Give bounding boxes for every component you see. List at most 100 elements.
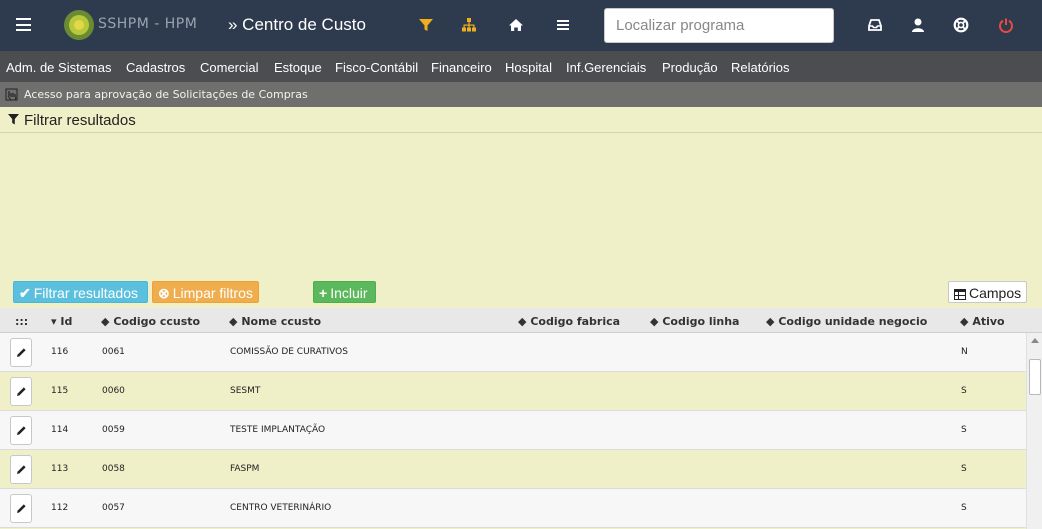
column-header-id[interactable]: ▾ Id bbox=[51, 315, 72, 328]
filter-icon bbox=[8, 114, 19, 125]
menu-item-hospital[interactable]: Hospital bbox=[505, 60, 552, 75]
filter-results-label: Filtrar resultados bbox=[33, 285, 138, 301]
filter-icon[interactable] bbox=[418, 17, 434, 33]
sort-icon: ◆ bbox=[766, 315, 775, 328]
hamburger-menu-icon[interactable] bbox=[16, 18, 31, 31]
edit-button[interactable] bbox=[10, 494, 32, 523]
cell-nome-ccusto: TESTE IMPLANTAÇÃO bbox=[230, 425, 326, 435]
column-header-codigo-linha-label: Codigo linha bbox=[662, 315, 740, 328]
cell-codigo-ccusto: 0057 bbox=[102, 503, 125, 513]
cell-ativo: S bbox=[961, 503, 967, 513]
sort-icon: ◆ bbox=[101, 315, 110, 328]
column-header-codigo-ccusto[interactable]: ◆ Codigo ccusto bbox=[101, 315, 200, 328]
column-header-codigo-fabrica[interactable]: ◆ Codigo fabrica bbox=[518, 315, 620, 328]
cell-id: 113 bbox=[51, 464, 69, 474]
fields-label: Campos bbox=[969, 285, 1022, 301]
menu-item-financeiro[interactable]: Financeiro bbox=[431, 60, 492, 75]
column-header-nome-ccusto[interactable]: ◆ Nome ccusto bbox=[229, 315, 321, 328]
edit-button[interactable] bbox=[10, 455, 32, 484]
sort-desc-icon: ▾ bbox=[51, 315, 57, 328]
sort-icon: ◆ bbox=[229, 315, 238, 328]
times-circle-icon: ⊗ bbox=[158, 285, 170, 301]
cell-nome-ccusto: CENTRO VETERINÁRIO bbox=[230, 503, 332, 513]
cell-ativo: S bbox=[961, 386, 967, 396]
cell-nome-ccusto: SESMT bbox=[230, 386, 261, 396]
main-menu-bar: Adm. de Sistemas Cadastros Comercial Est… bbox=[0, 51, 1042, 82]
column-drag-handle[interactable]: ::: bbox=[15, 315, 28, 328]
cell-ativo: N bbox=[961, 347, 968, 357]
cell-codigo-ccusto: 0058 bbox=[102, 464, 125, 474]
pencil-icon bbox=[17, 387, 26, 396]
notice-link[interactable]: Acesso para aprovação de Solicitações de… bbox=[24, 88, 308, 101]
menu-item-fisco-contabil[interactable]: Fisco-Contábil bbox=[335, 60, 418, 75]
cell-id: 116 bbox=[51, 347, 69, 357]
sort-icon: ◆ bbox=[650, 315, 659, 328]
pencil-icon bbox=[17, 426, 26, 435]
scroll-up-arrow-icon[interactable] bbox=[1031, 338, 1039, 343]
filter-results-button[interactable]: ✔ Filtrar resultados bbox=[13, 281, 148, 303]
edit-button[interactable] bbox=[10, 338, 32, 367]
edit-button[interactable] bbox=[10, 377, 32, 406]
column-header-ativo-label: Ativo bbox=[972, 315, 1005, 328]
pencil-icon bbox=[17, 465, 26, 474]
menu-item-relatorios[interactable]: Relatórios bbox=[731, 60, 790, 75]
cell-id: 115 bbox=[51, 386, 69, 396]
filter-section-header[interactable]: Filtrar resultados bbox=[0, 107, 1042, 133]
check-icon: ✔ bbox=[19, 285, 31, 301]
table-icon bbox=[954, 289, 966, 300]
table-row: 114 0059 TESTE IMPLANTAÇÃO S bbox=[0, 411, 1026, 450]
table-header: ::: ▾ Id ◆ Codigo ccusto ◆ Nome ccusto ◆… bbox=[0, 308, 1042, 333]
fields-button[interactable]: Campos bbox=[948, 281, 1027, 303]
sort-icon: ◆ bbox=[518, 315, 527, 328]
cell-ativo: S bbox=[961, 425, 967, 435]
table-row: 112 0057 CENTRO VETERINÁRIO S bbox=[0, 489, 1026, 528]
power-icon[interactable] bbox=[998, 17, 1014, 33]
table-row: 115 0060 SESMT S bbox=[0, 372, 1026, 411]
plus-icon: + bbox=[319, 285, 328, 301]
column-header-codigo-unidade-negocio-label: Codigo unidade negocio bbox=[778, 315, 928, 328]
menu-item-cadastros[interactable]: Cadastros bbox=[126, 60, 185, 75]
add-button[interactable]: + Incluir bbox=[313, 281, 376, 303]
column-header-codigo-fabrica-label: Codigo fabrica bbox=[530, 315, 621, 328]
column-header-id-label: Id bbox=[60, 315, 73, 328]
cell-nome-ccusto: FASPM bbox=[230, 464, 260, 474]
top-bar: SSHPM - HPM » Centro de Custo bbox=[0, 0, 1042, 51]
column-header-ativo[interactable]: ◆ Ativo bbox=[960, 315, 1005, 328]
inbox-icon[interactable] bbox=[867, 17, 883, 33]
menu-item-comercial[interactable]: Comercial bbox=[200, 60, 259, 75]
column-header-nome-ccusto-label: Nome ccusto bbox=[241, 315, 322, 328]
logo-emblem-icon bbox=[64, 10, 94, 40]
hand-pointer-icon bbox=[5, 88, 18, 101]
menu-item-estoque[interactable]: Estoque bbox=[274, 60, 322, 75]
cell-codigo-ccusto: 0060 bbox=[102, 386, 125, 396]
clear-filters-label: Limpar filtros bbox=[172, 285, 253, 301]
column-header-codigo-unidade-negocio[interactable]: ◆ Codigo unidade negocio bbox=[766, 315, 927, 328]
table-row: 116 0061 COMISSÃO DE CURATIVOS N bbox=[0, 333, 1026, 372]
list-icon[interactable] bbox=[555, 17, 571, 33]
user-icon[interactable] bbox=[910, 17, 926, 33]
scrollbar-thumb[interactable] bbox=[1029, 359, 1041, 395]
table-scrollbar[interactable] bbox=[1026, 333, 1042, 529]
home-icon[interactable] bbox=[508, 17, 524, 33]
table-row: 113 0058 FASPM S bbox=[0, 450, 1026, 489]
clear-filters-button[interactable]: ⊗ Limpar filtros bbox=[152, 281, 259, 303]
column-header-codigo-linha[interactable]: ◆ Codigo linha bbox=[650, 315, 739, 328]
sort-icon: ◆ bbox=[960, 315, 969, 328]
page-title: » Centro de Custo bbox=[228, 15, 366, 34]
lifebuoy-icon[interactable] bbox=[953, 17, 969, 33]
logo-text: SSHPM - HPM bbox=[98, 16, 198, 32]
search-input[interactable] bbox=[604, 8, 834, 43]
pencil-icon bbox=[17, 348, 26, 357]
menu-item-inf-gerenciais[interactable]: Inf.Gerenciais bbox=[566, 60, 646, 75]
menu-item-producao[interactable]: Produção bbox=[662, 60, 718, 75]
filter-heading: Filtrar resultados bbox=[24, 112, 136, 129]
menu-item-adm-sistemas[interactable]: Adm. de Sistemas bbox=[6, 60, 112, 75]
column-header-codigo-ccusto-label: Codigo ccusto bbox=[113, 315, 201, 328]
cell-id: 112 bbox=[51, 503, 69, 513]
cell-ativo: S bbox=[961, 464, 967, 474]
edit-button[interactable] bbox=[10, 416, 32, 445]
cell-id: 114 bbox=[51, 425, 69, 435]
cell-codigo-ccusto: 0059 bbox=[102, 425, 125, 435]
cell-nome-ccusto: COMISSÃO DE CURATIVOS bbox=[230, 347, 348, 357]
sitemap-icon[interactable] bbox=[461, 17, 477, 33]
